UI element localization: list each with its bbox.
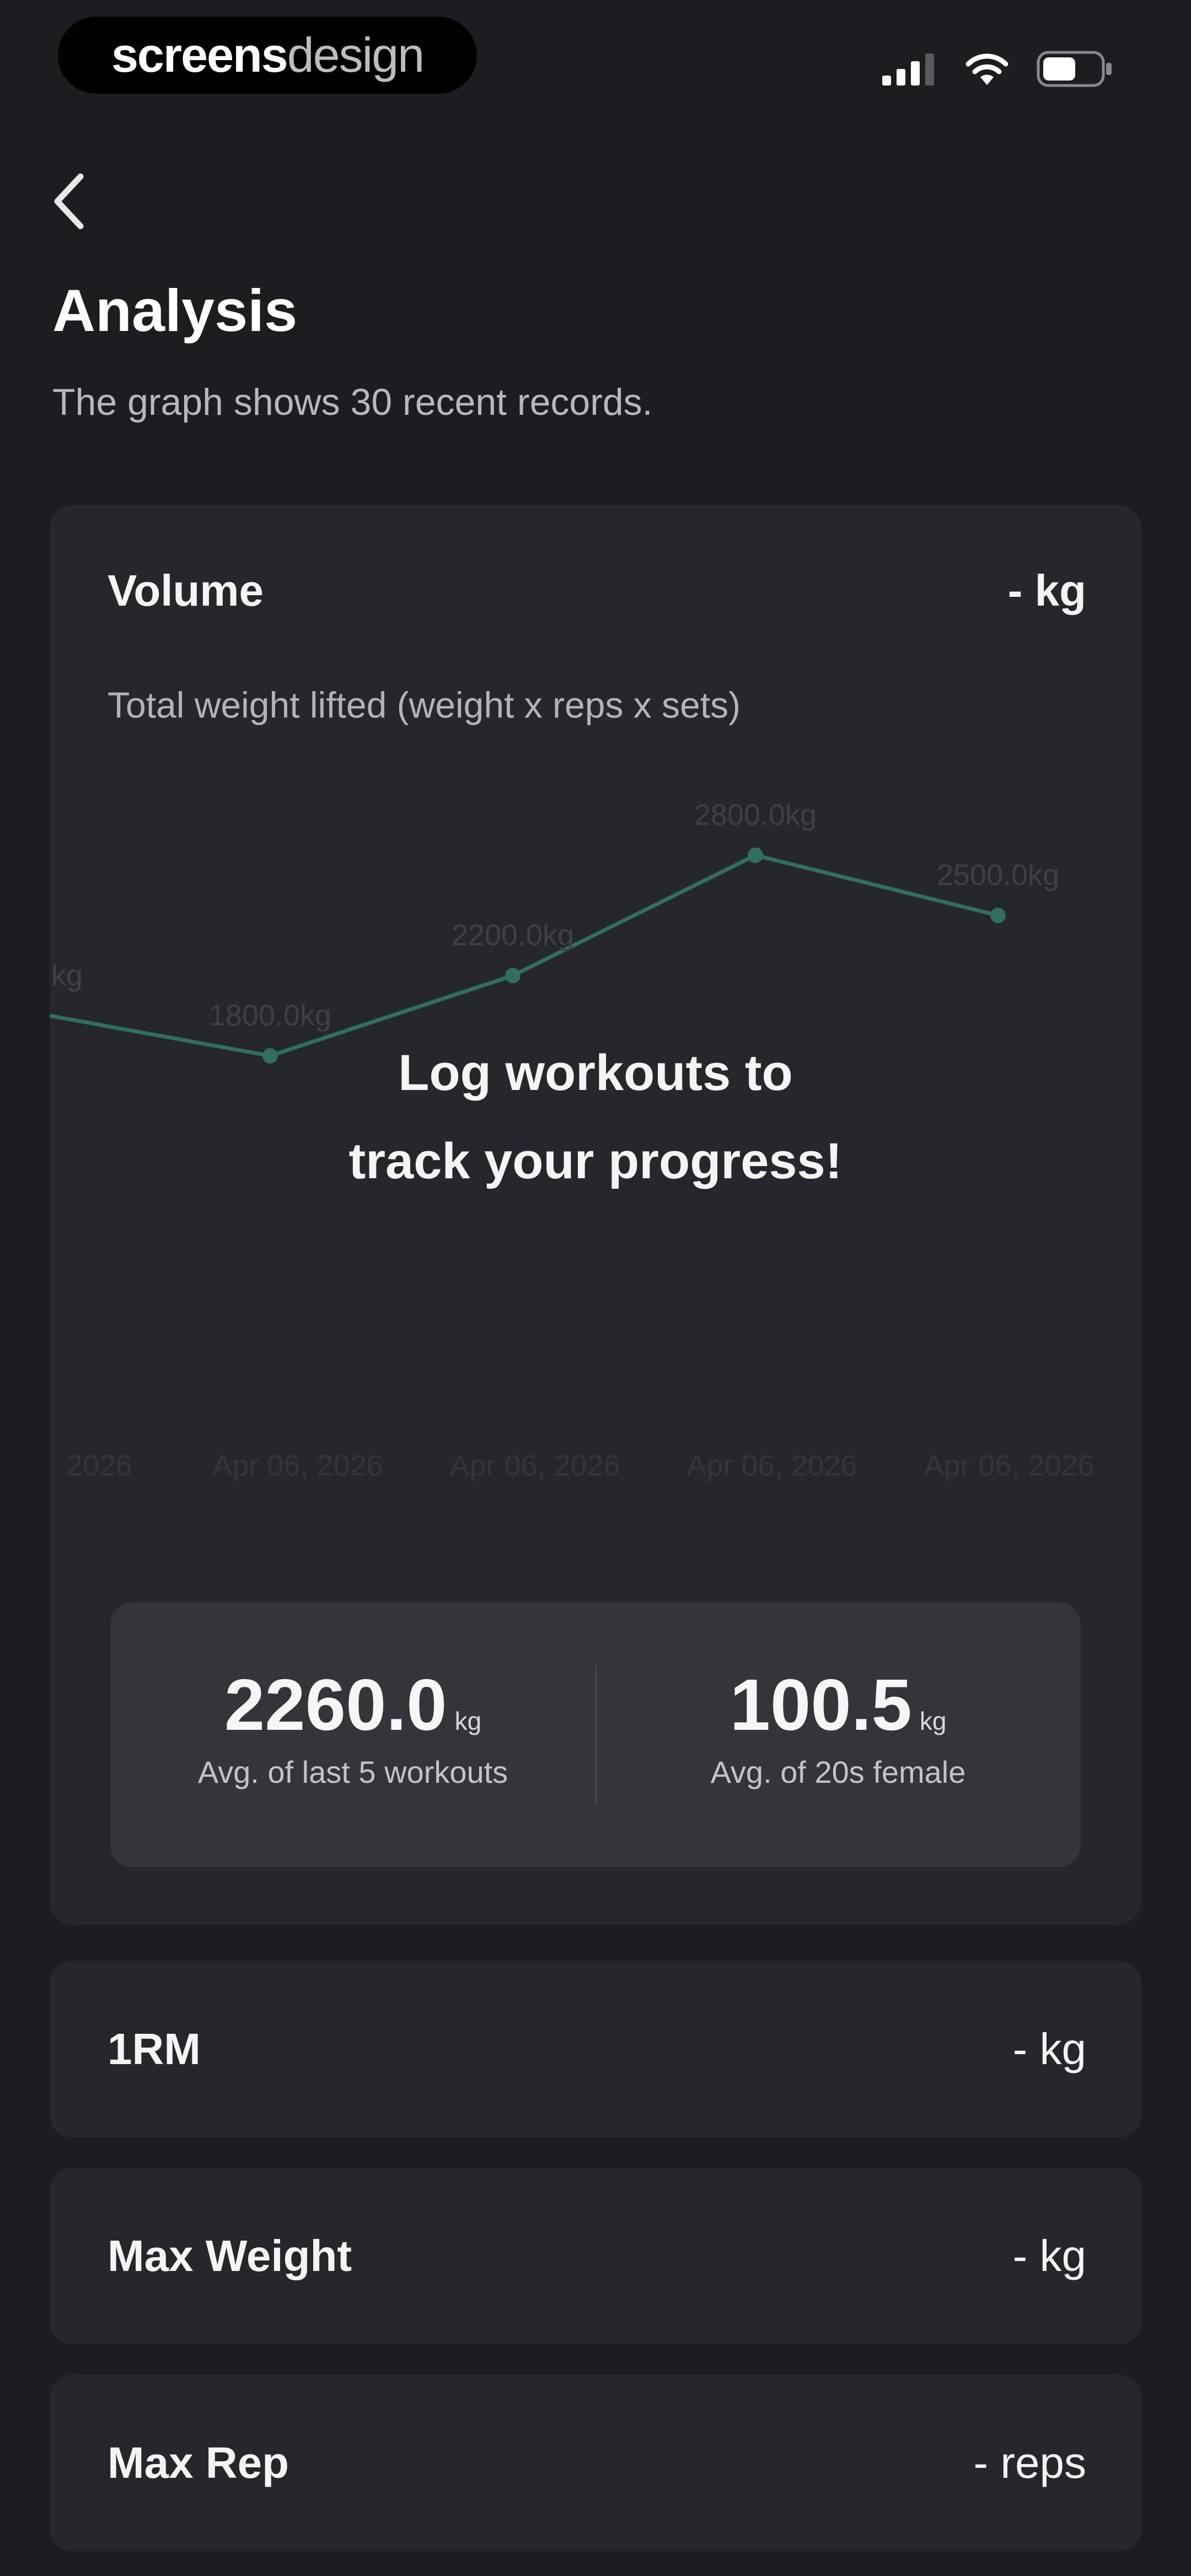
chevron-left-icon: [54, 173, 84, 229]
brand-text-bold: screens: [111, 28, 288, 82]
data-label: 1800.0kg: [209, 999, 331, 1032]
metric-row-1rm[interactable]: 1RM - kg: [50, 1961, 1141, 2137]
stat-avg-last-5: 2260.0 kg Avg. of last 5 workouts: [110, 1663, 596, 1790]
cellular-signal-icon: [882, 54, 934, 85]
metric-row-max-rep[interactable]: Max Rep - reps: [50, 2375, 1141, 2551]
empty-chart-message: Log workouts to track your progress!: [50, 1029, 1141, 1205]
status-bar: screens design: [0, 0, 1191, 116]
battery-icon: [1037, 51, 1112, 87]
x-tick-label: Apr 06, 2026: [449, 1449, 620, 1482]
data-point: [505, 968, 521, 984]
series-line: [50, 853, 999, 1058]
status-icons: [882, 44, 1114, 94]
x-tick-label: 2026: [66, 1449, 132, 1482]
wifi-icon: [965, 54, 1008, 85]
volume-stats: 2260.0 kg Avg. of last 5 workouts 100.5 kg…: [110, 1602, 1081, 1867]
empty-message-line-2: track your progress!: [348, 1133, 843, 1189]
x-tick-label: Apr 06, 2026: [924, 1449, 1094, 1482]
volume-card[interactable]: Volume - kg Total weight lifted (weight …: [50, 505, 1141, 1925]
stat-value: 2260.0: [224, 1664, 447, 1745]
stat-label: Avg. of last 5 workouts: [197, 1755, 508, 1789]
stat-avg-20s-female: 100.5 kg Avg. of 20s female: [596, 1663, 1081, 1790]
volume-value: - kg: [1007, 566, 1086, 615]
data-point: [990, 907, 1006, 923]
page-subtitle: The graph shows 30 recent records.: [52, 381, 653, 423]
data-label: 2200.0kg: [452, 919, 574, 952]
data-label: kg: [51, 959, 83, 992]
metric-name: Max Weight: [108, 2231, 352, 2280]
metric-value: - kg: [1012, 2024, 1086, 2073]
stat-label: Avg. of 20s female: [710, 1755, 966, 1789]
metric-name: Max Rep: [108, 2438, 289, 2487]
x-tick-label: Apr 06, 2026: [212, 1449, 383, 1482]
back-button[interactable]: [44, 165, 94, 237]
metric-name: 1RM: [108, 2024, 201, 2073]
stat-value: 100.5: [729, 1664, 912, 1745]
data-label: 2500.0kg: [937, 859, 1059, 892]
volume-title: Volume: [108, 566, 264, 615]
volume-chart: kg 1800.0kg 2200.0kg 2800.0kg 2500.0kg 2026 Ap…: [50, 742, 1141, 1487]
metric-value: - reps: [973, 2438, 1087, 2487]
empty-message-line-1: Log workouts to: [398, 1045, 793, 1101]
brand-text-light: design: [287, 28, 425, 82]
x-tick-label: Apr 06, 2026: [686, 1449, 857, 1482]
stat-unit: kg: [919, 1707, 947, 1735]
brand-logo: screens design: [58, 17, 477, 94]
data-point: [748, 847, 763, 863]
metric-row-max-weight[interactable]: Max Weight - kg: [50, 2168, 1141, 2344]
stat-unit: kg: [454, 1707, 482, 1735]
metric-value: - kg: [1012, 2231, 1086, 2280]
volume-description: Total weight lifted (weight x reps x set…: [108, 685, 741, 725]
data-label: 2800.0kg: [694, 798, 817, 831]
page-title: Analysis: [52, 277, 298, 344]
